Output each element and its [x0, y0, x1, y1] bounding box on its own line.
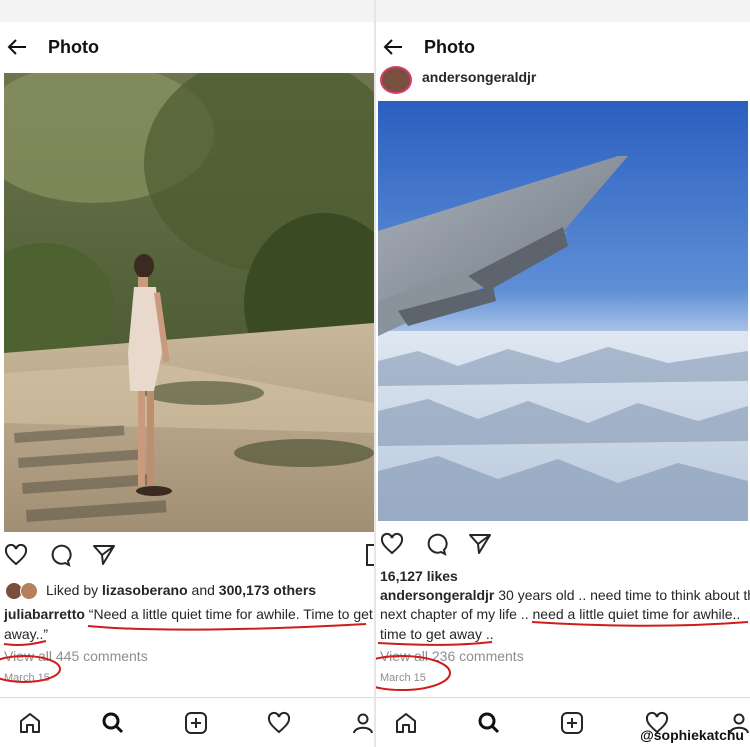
top-bar: Photo — [0, 22, 374, 72]
post-actions — [4, 543, 116, 567]
caption-username[interactable]: andersongeraldjr — [380, 587, 494, 603]
heart-icon[interactable] — [380, 532, 404, 556]
back-arrow-icon[interactable] — [4, 34, 30, 60]
red-annotation-marks — [0, 623, 367, 683]
share-icon[interactable] — [468, 532, 492, 556]
heart-icon[interactable] — [4, 543, 28, 567]
post-actions — [380, 532, 492, 556]
activity-icon[interactable] — [266, 710, 292, 736]
liker-username[interactable]: lizasoberano — [102, 582, 188, 598]
likes-count[interactable]: 16,127 likes — [380, 567, 458, 586]
caption-text: 30 years old .. need time to think about… — [494, 587, 750, 603]
home-icon[interactable] — [17, 710, 43, 736]
likes-prefix: Liked by — [46, 582, 103, 598]
back-arrow-icon[interactable] — [380, 34, 406, 60]
page-title: Photo — [48, 36, 99, 57]
comment-icon[interactable] — [424, 532, 448, 556]
post-photo-airplane-wing[interactable] — [378, 101, 748, 521]
profile-icon[interactable] — [350, 710, 374, 736]
home-icon[interactable] — [393, 710, 419, 736]
new-post-icon[interactable] — [559, 710, 585, 736]
likes-count[interactable]: 300,173 others — [219, 582, 316, 598]
right-post-panel: Photo andersongeraldjr 16,127 likes ande… — [376, 0, 750, 747]
share-icon[interactable] — [92, 543, 116, 567]
top-bar: Photo — [376, 22, 750, 72]
bottom-nav — [0, 697, 374, 747]
watermark: @sophiekatchu — [640, 727, 744, 743]
new-post-icon[interactable] — [183, 710, 209, 736]
search-icon[interactable] — [476, 710, 502, 736]
save-icon[interactable] — [366, 544, 374, 566]
post-username[interactable]: andersongeraldjr — [422, 68, 536, 87]
liker-avatar — [20, 582, 38, 600]
left-post-panel: Photo Liked by lizasoberano and 300,173 … — [0, 0, 374, 747]
likes-conjunction: and — [187, 582, 219, 598]
likes-line: Liked by lizasoberano and 300,173 others — [46, 581, 316, 600]
red-annotation-marks — [376, 621, 749, 691]
search-icon[interactable] — [100, 710, 126, 736]
status-bar — [0, 0, 374, 22]
post-photo-jungle-path[interactable] — [4, 73, 374, 532]
caption-line-1: andersongeraldjr 30 years old .. need ti… — [380, 586, 750, 605]
status-bar — [376, 0, 750, 22]
page-title: Photo — [424, 36, 475, 57]
comment-icon[interactable] — [48, 543, 72, 567]
poster-avatar[interactable] — [380, 66, 412, 94]
